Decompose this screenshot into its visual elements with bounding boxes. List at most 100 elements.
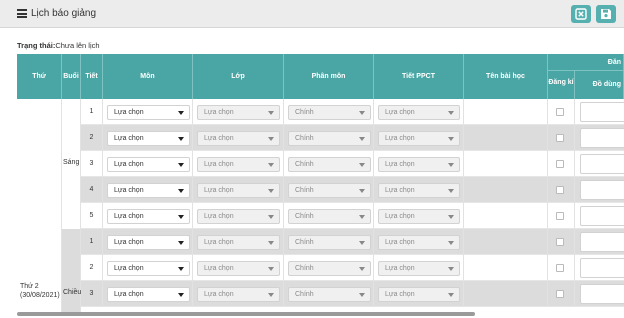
- mon-select[interactable]: Lựa chọn: [107, 131, 190, 146]
- dang-ki-checkbox[interactable]: [556, 160, 564, 168]
- lop-cell: Lựa chọn: [193, 125, 284, 151]
- dropdown-arrow-icon: [448, 163, 454, 167]
- mon-cell: Lựa chọn: [103, 281, 193, 307]
- table-row: 1 Lựa chọn Lựa chọn Chính Lựa chọn: [17, 229, 624, 255]
- tiet-ppct-select[interactable]: Lựa chọn: [378, 157, 460, 172]
- dropdown-arrow-icon: [178, 267, 184, 271]
- lop-select[interactable]: Lựa chọn: [197, 261, 280, 276]
- dang-ki-cell: [548, 99, 575, 125]
- mon-cell: Lựa chọn: [103, 203, 193, 229]
- mon-cell: Lựa chọn: [103, 255, 193, 281]
- phan-mon-cell: Chính: [284, 203, 374, 229]
- lop-cell: Lựa chọn: [193, 281, 284, 307]
- dang-ki-checkbox[interactable]: [556, 290, 564, 298]
- do-dung-input[interactable]: [580, 284, 624, 304]
- dropdown-arrow-icon: [268, 267, 274, 271]
- tiet-ppct-cell: Lựa chọn: [374, 99, 464, 125]
- dang-ki-checkbox[interactable]: [556, 238, 564, 246]
- dang-ki-checkbox[interactable]: [556, 186, 564, 194]
- table-row: 4 Lựa chọn Lựa chọn Chính Lựa chọn: [17, 177, 624, 203]
- tiet-ppct-select[interactable]: Lựa chọn: [378, 287, 460, 302]
- dropdown-arrow-icon: [359, 267, 365, 271]
- phan-mon-cell: Chính: [284, 151, 374, 177]
- tiet-ppct-select[interactable]: Lựa chọn: [378, 261, 460, 276]
- mon-select[interactable]: Lựa chọn: [107, 235, 190, 250]
- phan-mon-select[interactable]: Chính: [288, 131, 371, 146]
- tiet-cell: 5: [81, 203, 103, 229]
- tiet-ppct-select[interactable]: Lựa chọn: [378, 209, 460, 224]
- session-cell-sang: Sáng: [62, 99, 81, 229]
- save-button[interactable]: [596, 5, 616, 23]
- lop-cell: Lựa chọn: [193, 151, 284, 177]
- mon-select[interactable]: Lựa chọn: [107, 287, 190, 302]
- dang-ki-checkbox[interactable]: [556, 134, 564, 142]
- ten-bai-hoc-cell: [464, 125, 548, 151]
- dang-ki-checkbox[interactable]: [556, 264, 564, 272]
- mon-cell: Lựa chọn: [103, 151, 193, 177]
- dang-ki-checkbox[interactable]: [556, 212, 564, 220]
- lop-select[interactable]: Lựa chọn: [197, 183, 280, 198]
- lop-select[interactable]: Lựa chọn: [197, 157, 280, 172]
- do-dung-input[interactable]: [580, 232, 624, 252]
- cancel-button[interactable]: [571, 5, 591, 23]
- dropdown-arrow-icon: [359, 189, 365, 193]
- lop-select[interactable]: Lựa chọn: [197, 131, 280, 146]
- tiet-ppct-select[interactable]: Lựa chọn: [378, 131, 460, 146]
- dang-ki-checkbox[interactable]: [556, 108, 564, 116]
- lop-select[interactable]: Lựa chọn: [197, 235, 280, 250]
- do-dung-cell: [575, 255, 624, 281]
- mon-select[interactable]: Lựa chọn: [107, 157, 190, 172]
- phan-mon-cell: Chính: [284, 281, 374, 307]
- dang-ki-cell: [548, 177, 575, 203]
- do-dung-input[interactable]: [580, 180, 624, 200]
- phan-mon-select[interactable]: Chính: [288, 105, 371, 120]
- dropdown-arrow-icon: [178, 215, 184, 219]
- dropdown-arrow-icon: [268, 189, 274, 193]
- close-icon: [575, 8, 587, 20]
- session-cell-chieu: Chiều: [62, 229, 81, 312]
- tiet-cell: 4: [81, 177, 103, 203]
- do-dung-input[interactable]: [580, 206, 624, 226]
- table-row: 1 Lựa chọn Lựa chọn Chính Lựa chọn: [17, 99, 624, 125]
- horizontal-scrollbar[interactable]: [17, 312, 475, 316]
- day-label: Thứ 2 (30/08/2021): [20, 283, 60, 299]
- ten-bai-hoc-cell: [464, 255, 548, 281]
- mon-select[interactable]: Lựa chọn: [107, 261, 190, 276]
- dropdown-arrow-icon: [268, 111, 274, 115]
- mon-select[interactable]: Lựa chọn: [107, 105, 190, 120]
- do-dung-input[interactable]: [580, 258, 624, 278]
- dropdown-arrow-icon: [359, 137, 365, 141]
- dropdown-arrow-icon: [359, 111, 365, 115]
- tiet-ppct-select[interactable]: Lựa chọn: [378, 183, 460, 198]
- mon-select[interactable]: Lựa chọn: [107, 209, 190, 224]
- phan-mon-cell: Chính: [284, 125, 374, 151]
- do-dung-cell: [575, 125, 624, 151]
- tiet-cell: 1: [81, 99, 103, 125]
- phan-mon-cell: Chính: [284, 99, 374, 125]
- phan-mon-select[interactable]: Chính: [288, 157, 371, 172]
- lop-select[interactable]: Lựa chọn: [197, 209, 280, 224]
- dropdown-arrow-icon: [178, 137, 184, 141]
- ten-bai-hoc-cell: [464, 151, 548, 177]
- phan-mon-select[interactable]: Chính: [288, 235, 371, 250]
- dropdown-arrow-icon: [448, 241, 454, 245]
- col-header-buoi: Buổi: [62, 54, 81, 99]
- do-dung-input[interactable]: [580, 154, 624, 174]
- do-dung-input[interactable]: [580, 102, 624, 122]
- tiet-cell: 2: [81, 255, 103, 281]
- do-dung-cell: [575, 99, 624, 125]
- phan-mon-select[interactable]: Chính: [288, 261, 371, 276]
- lop-select[interactable]: Lựa chọn: [197, 105, 280, 120]
- phan-mon-select[interactable]: Chính: [288, 287, 371, 302]
- phan-mon-select[interactable]: Chính: [288, 183, 371, 198]
- dang-ki-cell: [548, 151, 575, 177]
- col-header-do-dung: Đồ dùng: [575, 71, 624, 99]
- mon-select[interactable]: Lựa chọn: [107, 183, 190, 198]
- lop-cell: Lựa chọn: [193, 177, 284, 203]
- tiet-ppct-select[interactable]: Lựa chọn: [378, 235, 460, 250]
- phan-mon-select[interactable]: Chính: [288, 209, 371, 224]
- tiet-ppct-select[interactable]: Lựa chọn: [378, 105, 460, 120]
- lop-select[interactable]: Lựa chọn: [197, 287, 280, 302]
- do-dung-input[interactable]: [580, 128, 624, 148]
- dang-ki-cell: [548, 229, 575, 255]
